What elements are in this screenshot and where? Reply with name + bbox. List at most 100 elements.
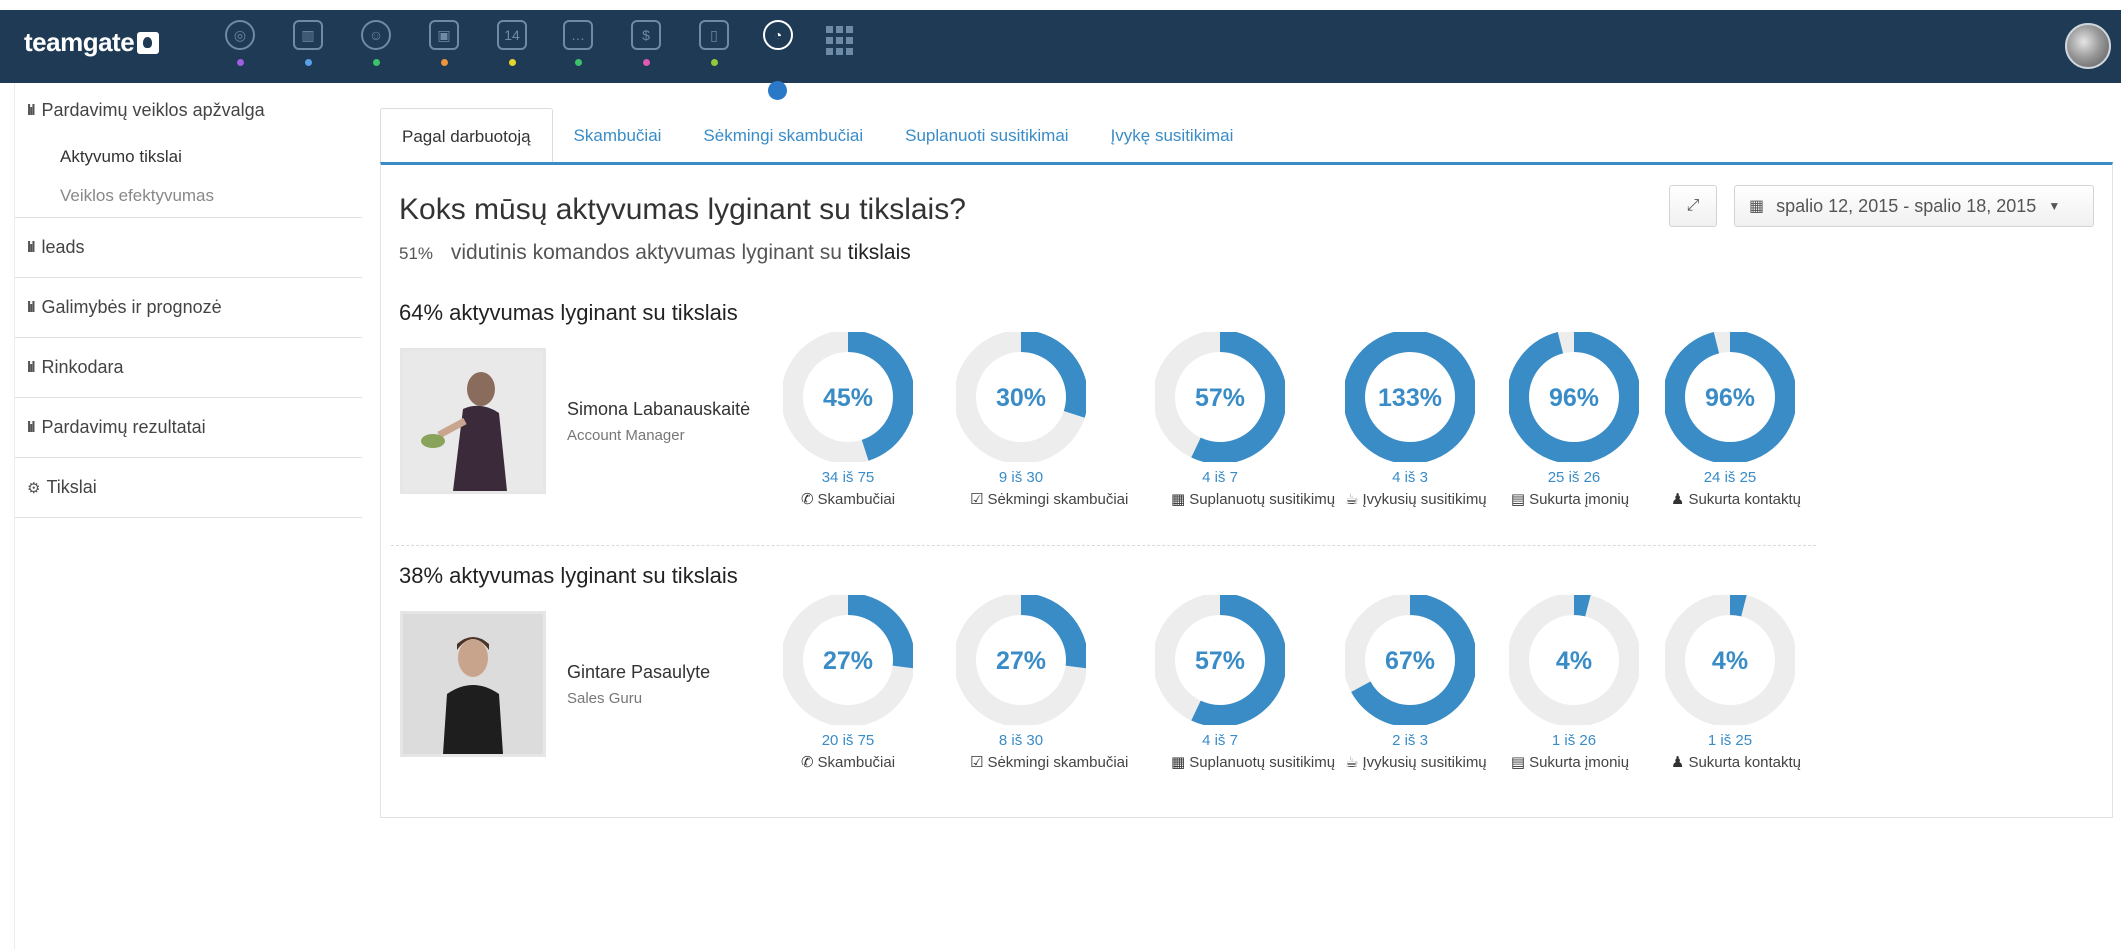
- calendar-icon: 14: [497, 20, 527, 50]
- metric-label-text: Suplanuotų susitikimų: [1189, 754, 1336, 771]
- bag-icon: $: [631, 20, 661, 50]
- donut-chart: 133%: [1345, 332, 1475, 462]
- chat-icon: …: [563, 20, 593, 50]
- metric-label: ▦ Suplanuotų susitikimų: [1171, 753, 1335, 771]
- donut-percent-label: 27%: [996, 647, 1046, 675]
- top-navbar: teamgate ◎ ▥ ☺ ▣ 14 … $ ▯ ◔: [0, 10, 2121, 100]
- sidebar-item-marketing[interactable]: lıl Rinkodara: [15, 338, 362, 398]
- sidebar-item-label: Galimybės ir prognozė: [41, 297, 222, 317]
- donut-chart: 4%: [1665, 595, 1795, 725]
- metric-type-icon: ☕: [1345, 754, 1359, 771]
- donut-chart: 30%: [956, 332, 1086, 462]
- sidebar-item-leads[interactable]: lıl leads: [15, 218, 362, 278]
- bar-chart-icon: lıl: [27, 239, 35, 256]
- nav-briefcase-button[interactable]: ▣: [424, 18, 464, 74]
- metric-label: ☕ Įvykusių susitikimų: [1345, 753, 1487, 771]
- nav-indicator-dot: [440, 59, 448, 66]
- metric-count: 20 iš 75: [821, 732, 875, 749]
- nav-chat-button[interactable]: …: [558, 18, 598, 74]
- tab-successful-calls[interactable]: Sėkmingi skambučiai: [682, 108, 884, 164]
- sidebar-subitem-activity-goals[interactable]: Aktyvumo tikslai: [15, 137, 362, 176]
- tab-held-meetings[interactable]: Įvykę susitikimai: [1090, 108, 1255, 164]
- metric-label: ✆ Skambučiai: [783, 490, 913, 508]
- bar-chart-icon: lıl: [27, 101, 35, 119]
- fullscreen-button[interactable]: ⤢: [1669, 185, 1717, 227]
- metric-label: ☑ Sėkmingi skambučiai: [970, 753, 1128, 771]
- sidebar-item-label: Pardavimų rezultatai: [41, 417, 206, 437]
- metric-count: 4 iš 3: [1392, 469, 1428, 486]
- date-range-picker[interactable]: ▦ spalio 12, 2015 - spalio 18, 2015 ▼: [1734, 185, 2094, 227]
- apps-grid-icon[interactable]: [826, 26, 856, 56]
- sidebar-item-label: leads: [41, 237, 85, 257]
- date-range-label: spalio 12, 2015 - spalio 18, 2015: [1776, 195, 2037, 216]
- nav-chart-pie-button[interactable]: ◔: [758, 18, 798, 100]
- donut-chart: 45%: [783, 332, 913, 462]
- sidebar-item-sales-results[interactable]: lıl Pardavimų rezultatai: [15, 398, 362, 458]
- sidebar-subitem-performance[interactable]: Veiklos efektyvumas: [15, 176, 362, 215]
- donut-chart: 27%: [783, 595, 913, 725]
- metric-type-icon: ▤: [1510, 491, 1526, 508]
- member-divider: [391, 545, 1816, 546]
- metric-label-text: Sukurta įmonių: [1529, 491, 1630, 508]
- metric-label-text: Sukurta įmonių: [1529, 754, 1630, 771]
- metric-label-text: Sukurta kontaktų: [1688, 754, 1802, 771]
- logo-mark-icon: [137, 31, 160, 54]
- metric-donut: 57% 4 iš 7 ▦ Suplanuotų susitikimų: [1155, 595, 1335, 771]
- tab-planned-meetings[interactable]: Suplanuoti susitikimai: [884, 108, 1089, 164]
- donut-percent-label: 45%: [823, 384, 873, 412]
- donut-percent-label: 96%: [1705, 384, 1755, 412]
- nav-bag-button[interactable]: $: [626, 18, 666, 74]
- sidebar: lıl Pardavimų veiklos apžvalga Aktyvumo …: [14, 83, 362, 949]
- donut-chart: 27%: [956, 595, 1086, 725]
- metric-donut: 27% 20 iš 75 ✆ Skambučiai: [783, 595, 913, 771]
- metric-label-text: Sėkmingi skambučiai: [987, 754, 1129, 771]
- nav-target-button[interactable]: ◎: [220, 18, 260, 74]
- metric-count: 1 iš 26: [1551, 732, 1597, 749]
- metric-count: 8 iš 30: [998, 732, 1044, 749]
- metric-label: ♟ Sukurta kontaktų: [1671, 753, 1801, 771]
- member-role: Account Manager: [567, 427, 685, 444]
- tab-by-employee[interactable]: Pagal darbuotoją: [380, 108, 553, 165]
- metric-donut: 96% 25 iš 26 ▤ Sukurta įmonių: [1509, 332, 1639, 508]
- donut-chart: 4%: [1509, 595, 1639, 725]
- nav-indicator-dot: [236, 59, 244, 66]
- donut-percent-label: 67%: [1385, 647, 1435, 675]
- member-photo-image: [403, 351, 543, 491]
- tab-calls[interactable]: Skambučiai: [553, 108, 683, 164]
- bar-chart-icon: lıl: [27, 419, 35, 436]
- metric-donut: 4% 1 iš 26 ▤ Sukurta įmonių: [1509, 595, 1639, 771]
- nav-clipboard-button[interactable]: ▯: [694, 18, 734, 74]
- metric-donut: 67% 2 iš 3 ☕ Įvykusių susitikimų: [1345, 595, 1487, 771]
- team-average-text: vidutinis komandos aktyvumas lyginant su: [450, 241, 842, 264]
- nav-indicator-dot: [372, 59, 380, 66]
- sidebar-item-label: Rinkodara: [41, 357, 124, 377]
- donut-percent-label: 30%: [996, 384, 1046, 412]
- metric-type-icon: ♟: [1671, 491, 1685, 508]
- clipboard-icon: ▯: [699, 20, 729, 50]
- sidebar-item-goals[interactable]: ⚙ Tikslai: [15, 458, 362, 518]
- metric-label: ♟ Sukurta kontaktų: [1671, 490, 1801, 508]
- metric-count: 34 iš 75: [821, 469, 875, 486]
- donut-percent-label: 4%: [1556, 647, 1592, 675]
- nav-calendar-button[interactable]: 14: [492, 18, 532, 74]
- report-tabs: Pagal darbuotoją Skambučiai Sėkmingi ska…: [380, 108, 1255, 165]
- member-role: Sales Guru: [567, 690, 643, 707]
- nav-people-button[interactable]: ☺: [356, 18, 396, 74]
- metric-type-icon: ☑: [970, 754, 984, 771]
- member-activity-heading: 64% aktyvumas lyginant su tikslais: [399, 300, 738, 325]
- member-name: Gintare Pasaulyte: [567, 662, 711, 682]
- nav-indicator-dot: [642, 59, 650, 66]
- donut-chart: 96%: [1509, 332, 1639, 462]
- sidebar-item-opportunities[interactable]: lıl Galimybės ir prognozė: [15, 278, 362, 338]
- sidebar-item-sales-overview[interactable]: lıl Pardavimų veiklos apžvalga: [15, 83, 362, 137]
- teamgate-logo[interactable]: teamgate: [24, 27, 160, 58]
- metric-label: ✆ Skambučiai: [783, 753, 913, 771]
- donut-percent-label: 4%: [1712, 647, 1748, 675]
- nav-building-button[interactable]: ▥: [288, 18, 328, 74]
- chevron-down-icon: ▼: [2048, 199, 2061, 213]
- sidebar-item-label: Pardavimų veiklos apžvalga: [41, 99, 265, 120]
- metric-type-icon: ▤: [1510, 754, 1526, 771]
- user-avatar[interactable]: [2065, 23, 2111, 69]
- nav-indicator-dot: [508, 59, 516, 66]
- nav-indicator-dot: [768, 81, 787, 100]
